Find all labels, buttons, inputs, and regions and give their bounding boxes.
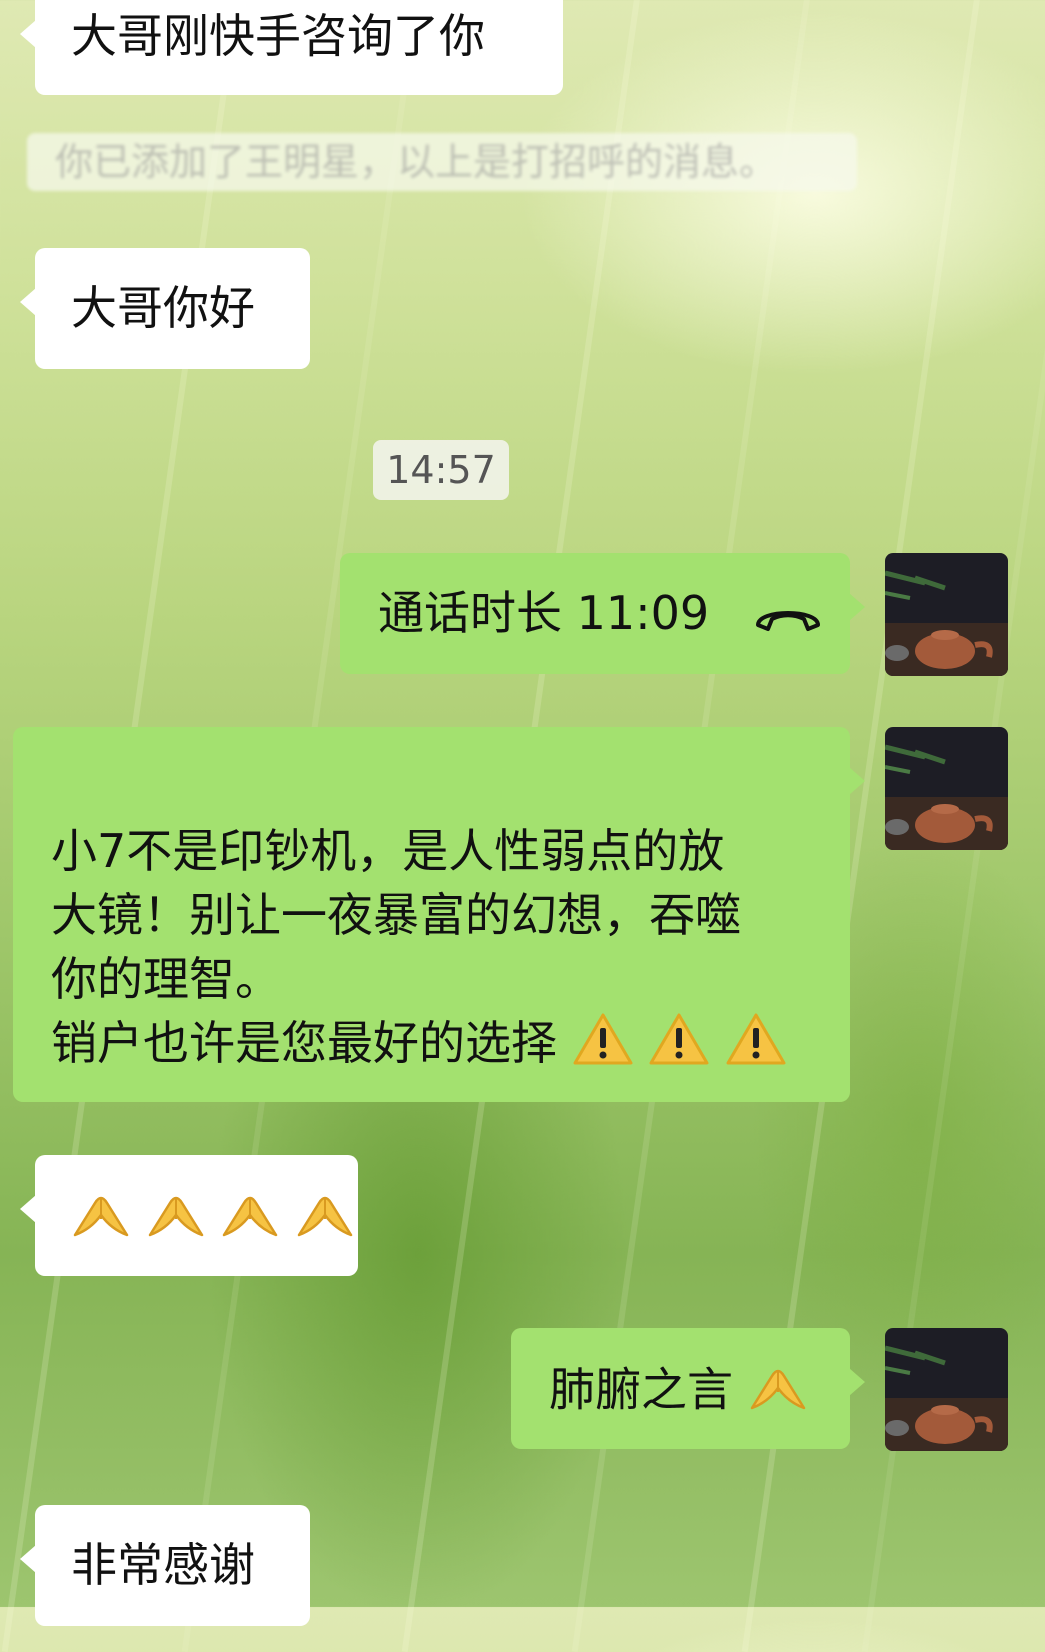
message-text: 大哥你好: [71, 281, 255, 335]
message-bubble-outgoing[interactable]: 小7不是印钞机，是人性弱点的放 大镜！别让一夜暴富的幻想，吞噬 你的理智。 销户…: [13, 727, 865, 1102]
teapot-avatar-icon[interactable]: [885, 727, 1008, 850]
system-notice: 你已添加了王明星，以上是打招呼的消息。: [27, 133, 857, 191]
prayer-hands-icon: [295, 1185, 355, 1255]
message-line: 你的理智。: [51, 952, 281, 1006]
teapot-avatar-icon[interactable]: [885, 1328, 1008, 1451]
call-duration-text: 通话时长 11:09: [378, 586, 710, 640]
teapot-avatar-icon[interactable]: [885, 553, 1008, 676]
timestamp: 14:57: [373, 440, 509, 500]
message-line: 销户也许是您最好的选择: [51, 1016, 557, 1070]
prayer-hands-icon: [748, 1358, 808, 1428]
prayer-hands-icon: [146, 1185, 206, 1255]
message-bubble-incoming[interactable]: 大哥你好: [20, 248, 310, 369]
message-line: 大镜！别让一夜暴富的幻想，吞噬: [51, 888, 741, 942]
prayer-hands-icon: [71, 1185, 131, 1255]
notice-text: 你已添加了王明星，以上是打招呼的消息。: [55, 140, 778, 184]
message-bubble-incoming[interactable]: 非常感谢: [20, 1505, 310, 1626]
message-bubble-incoming[interactable]: 大哥刚快手咨询了你: [20, 0, 563, 95]
warning-icon: [572, 1012, 634, 1082]
message-bubble-call[interactable]: 通话时长 11:09: [340, 553, 865, 674]
message-text: 大哥刚快手咨询了你: [71, 9, 485, 63]
phone-hangup-icon: [752, 587, 824, 647]
message-line: 小7不是印钞机，是人性弱点的放: [51, 824, 725, 878]
message-text: 肺腑之言: [549, 1362, 733, 1417]
timestamp-text: 14:57: [386, 448, 496, 492]
message-bubble-incoming[interactable]: [20, 1155, 358, 1276]
message-text: 非常感谢: [71, 1538, 255, 1592]
message-bubble-outgoing[interactable]: 肺腑之言: [511, 1328, 865, 1449]
warning-icon: [648, 1012, 710, 1082]
prayer-hands-icon: [220, 1185, 280, 1255]
warning-icon: [725, 1012, 787, 1082]
message-line-last: 销户也许是您最好的选择: [51, 1011, 850, 1082]
